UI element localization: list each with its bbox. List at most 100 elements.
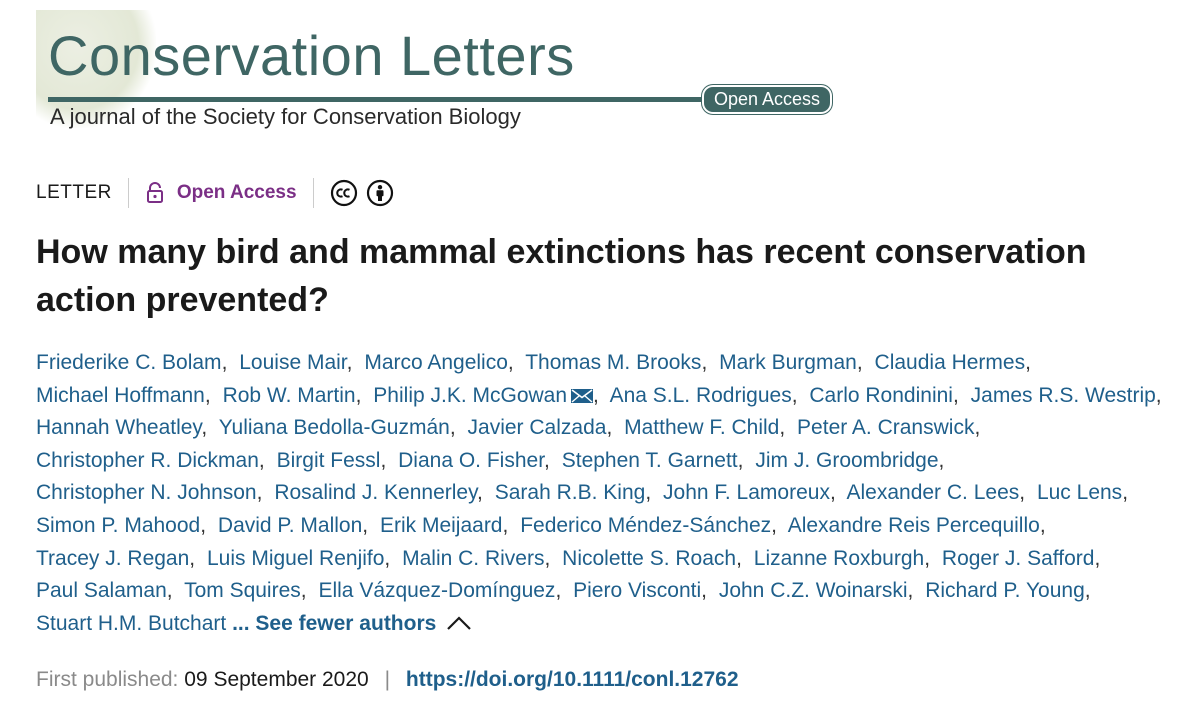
author-link[interactable]: Yuliana Bedolla-Guzmán bbox=[219, 416, 450, 439]
author-separator: , bbox=[791, 383, 798, 407]
cc-icon bbox=[330, 179, 357, 207]
author-link[interactable]: Javier Calzada bbox=[468, 416, 607, 439]
author-separator: , bbox=[502, 513, 509, 537]
author-link[interactable]: Hannah Wheatley bbox=[36, 416, 201, 439]
published-date: 09 September 2020 bbox=[184, 668, 369, 691]
journal-subtitle: A journal of the Society for Conservatio… bbox=[50, 104, 521, 129]
author-separator: , bbox=[1019, 481, 1026, 505]
author-separator: , bbox=[544, 448, 550, 472]
author-link[interactable]: Rosalind J. Kennerley bbox=[274, 481, 477, 504]
license-icons[interactable] bbox=[330, 179, 394, 207]
author-link[interactable]: Louise Mair bbox=[239, 351, 346, 374]
author-link[interactable]: John F. Lamoreux bbox=[663, 481, 830, 504]
author-separator: , bbox=[1155, 383, 1162, 407]
author-separator: , bbox=[856, 351, 863, 374]
author-separator: , bbox=[737, 448, 744, 472]
attribution-icon bbox=[366, 179, 393, 207]
author-link[interactable]: Simon P. Mahood bbox=[36, 514, 200, 537]
open-access-link[interactable]: Open Access bbox=[177, 182, 297, 204]
author-link[interactable]: Matthew F. Child bbox=[624, 416, 779, 439]
author-link[interactable]: Federico Méndez-Sánchez bbox=[520, 514, 771, 537]
author-separator: , bbox=[189, 546, 196, 570]
divider: | bbox=[384, 668, 391, 691]
author-link[interactable]: Carlo Rondinini bbox=[809, 384, 953, 407]
chevron-up-icon bbox=[447, 616, 472, 630]
author-link[interactable]: Paul Salaman bbox=[36, 579, 167, 602]
author-separator: , bbox=[507, 351, 514, 374]
author-separator: , bbox=[1084, 579, 1091, 603]
see-fewer-label: ... See fewer authors bbox=[232, 611, 437, 635]
author-link[interactable]: Birgit Fessl bbox=[277, 449, 381, 472]
author-separator: , bbox=[346, 351, 353, 374]
author-separator: , bbox=[606, 416, 613, 440]
author-separator: , bbox=[256, 481, 263, 505]
author-separator: , bbox=[829, 481, 836, 505]
author-link[interactable]: Friederike C. Bolam bbox=[36, 351, 222, 374]
author-separator: , bbox=[701, 579, 707, 603]
banner-rule bbox=[48, 97, 713, 102]
author-separator: , bbox=[779, 416, 786, 440]
author-link[interactable]: Rob W. Martin bbox=[223, 384, 356, 407]
author-separator: , bbox=[701, 351, 708, 374]
doi-link[interactable]: https://doi.org/10.1111/conl.12762 bbox=[406, 668, 739, 691]
author-separator: , bbox=[555, 579, 562, 603]
article-type: LETTER bbox=[36, 182, 112, 203]
author-link[interactable]: Luis Miguel Renjifo bbox=[207, 547, 384, 570]
author-link[interactable]: Alexandre Reis Percequillo bbox=[788, 514, 1040, 537]
author-link[interactable]: Tom Squires bbox=[184, 579, 301, 602]
author-separator: , bbox=[362, 513, 369, 537]
author-link[interactable]: Sarah R.B. King bbox=[495, 481, 646, 504]
author-link[interactable]: Richard P. Young bbox=[925, 579, 1085, 602]
published-label: First published: bbox=[36, 668, 179, 691]
author-separator: , bbox=[544, 546, 551, 570]
author-link[interactable]: Ella Vázquez-Domínguez bbox=[318, 579, 555, 602]
author-link[interactable]: Thomas M. Brooks bbox=[525, 351, 701, 374]
author-link[interactable]: Erik Meijaard bbox=[380, 514, 503, 537]
mail-icon[interactable] bbox=[571, 388, 594, 403]
divider bbox=[127, 178, 129, 208]
see-fewer-authors-button[interactable]: ... See fewer authors bbox=[232, 612, 472, 635]
author-separator: , bbox=[258, 448, 265, 472]
author-separator: , bbox=[380, 448, 387, 472]
author-link[interactable]: Stephen T. Garnett bbox=[562, 449, 738, 472]
author-link[interactable]: James R.S. Westrip bbox=[971, 384, 1156, 407]
author-separator: , bbox=[736, 546, 742, 570]
author-link[interactable]: Mark Burgman bbox=[719, 351, 857, 374]
author-link[interactable]: John C.Z. Woinarski bbox=[719, 579, 908, 602]
author-separator: , bbox=[952, 383, 959, 407]
author-link[interactable]: Lizanne Roxburgh bbox=[754, 547, 924, 570]
author-link[interactable]: Roger J. Safford bbox=[942, 547, 1095, 570]
author-link[interactable]: Piero Visconti bbox=[573, 579, 701, 602]
author-link[interactable]: Philip J.K. McGowan bbox=[373, 384, 594, 407]
author-link[interactable]: Alexander C. Lees bbox=[846, 481, 1019, 504]
author-link[interactable]: Luc Lens bbox=[1037, 481, 1122, 504]
author-separator: , bbox=[355, 383, 362, 407]
author-link[interactable]: Peter A. Cranswick bbox=[797, 416, 974, 439]
author-link[interactable]: Jim J. Groombridge bbox=[755, 449, 938, 472]
article-title: How many bird and mammal extinctions has… bbox=[36, 233, 1087, 319]
author-separator: , bbox=[1122, 481, 1129, 505]
author-link[interactable]: Malin C. Rivers bbox=[402, 547, 544, 570]
author-separator: , bbox=[1039, 513, 1046, 537]
author-link[interactable]: Diana O. Fisher bbox=[398, 449, 544, 472]
author-link[interactable]: Christopher R. Dickman bbox=[36, 449, 259, 472]
author-separator: , bbox=[938, 448, 945, 472]
author-link[interactable]: Nicolette S. Roach bbox=[562, 547, 736, 570]
article-meta-row: LETTER Open Access bbox=[36, 176, 394, 210]
author-link[interactable]: Tracey J. Regan bbox=[36, 547, 189, 570]
author-link[interactable]: Ana S.L. Rodrigues bbox=[610, 384, 792, 407]
author-link[interactable]: Michael Hoffmann bbox=[36, 384, 205, 407]
author-separator: , bbox=[1025, 351, 1031, 374]
author-separator: , bbox=[477, 481, 483, 505]
author-link[interactable]: Christopher N. Johnson bbox=[36, 481, 257, 504]
author-separator: , bbox=[771, 513, 777, 537]
author-separator: , bbox=[204, 383, 211, 407]
divider bbox=[312, 178, 314, 208]
journal-banner: Conservation Letters Open Access A journ… bbox=[36, 10, 856, 140]
author-link[interactable]: David P. Mallon bbox=[218, 514, 362, 537]
author-separator: , bbox=[449, 416, 456, 440]
author-link[interactable]: Stuart H.M. Butchart bbox=[36, 612, 226, 635]
author-link[interactable]: Claudia Hermes bbox=[875, 351, 1026, 374]
author-link[interactable]: Marco Angelico bbox=[364, 351, 508, 374]
author-separator: , bbox=[907, 579, 914, 603]
